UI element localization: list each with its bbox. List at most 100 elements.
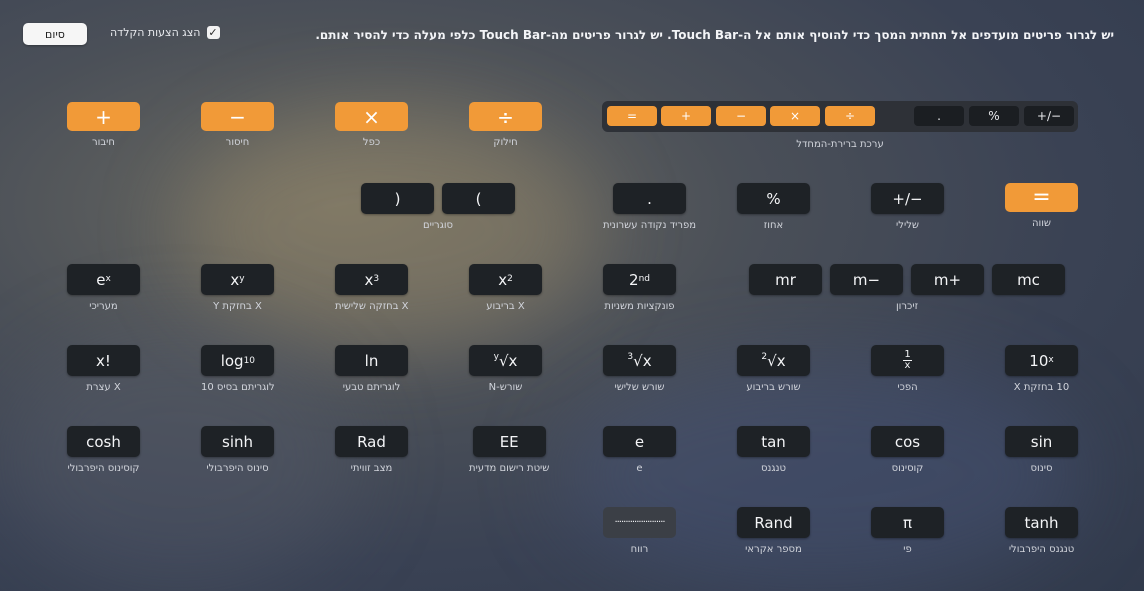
negate-label: שלילי [896,220,919,231]
rand-label: מספר אקראי [745,544,802,555]
second-functions-key[interactable]: 2nd [603,264,676,295]
space-key[interactable]: ······················· [603,507,676,538]
strip-negate-key: +∕− [1024,106,1074,126]
memory-minus-key[interactable]: m− [830,264,903,295]
sin-item[interactable]: sin סינוס [1005,426,1078,474]
second-functions-item[interactable]: 2nd פונקציות משניות [603,264,676,312]
subtract-item[interactable]: − חיסור [201,102,274,148]
rand-item[interactable]: Rand מספר אקראי [737,507,810,555]
cbrt-key[interactable]: 3 √x [603,345,676,376]
reciprocal-item[interactable]: 1 x הפכי [871,345,944,393]
decimal-label: מפריד נקודה עשרונית [603,220,697,231]
multiply-key[interactable]: × [335,102,408,131]
ee-label: שיטת רישום מדעית [469,463,550,474]
ee-key[interactable]: EE [472,426,546,457]
strip-multiply-key: × [770,106,820,126]
percent-key[interactable]: % [737,183,810,214]
strip-subtract-key: − [716,106,766,126]
e-key[interactable]: e [603,426,676,457]
default-set-label: ערכת ברירת-המחדל [796,139,884,150]
decimal-key[interactable]: . [613,183,687,214]
ln-key[interactable]: ln [335,345,408,376]
divide-key[interactable]: ÷ [469,102,542,131]
exponential-item[interactable]: ex מעריכי [67,264,140,312]
sinh-item[interactable]: sinh סינוס היפרבולי [201,426,274,474]
factorial-item[interactable]: x! X עצרת [67,345,140,393]
rand-key[interactable]: Rand [737,507,810,538]
memory-plus-key[interactable]: m+ [911,264,984,295]
add-key[interactable]: + [67,102,140,131]
ln-item[interactable]: ln לוגריתם טבעי [335,345,408,393]
open-paren-key[interactable]: ( [442,183,515,214]
tanh-item[interactable]: tanh טנגנס היפרבולי [1005,507,1078,555]
percent-item[interactable]: % אחוז [737,183,810,231]
default-set-strip[interactable]: = + − × ÷ . % +∕− [602,101,1078,132]
ten-power-key[interactable]: 10 x [1005,345,1078,376]
log10-item[interactable]: log 10 לוגריתם בסיס 10 [201,345,275,393]
sqrt-key[interactable]: 2 √x [737,345,810,376]
equals-key[interactable]: = [1005,183,1078,212]
strip-add-key: + [661,106,711,126]
typing-suggestions-checkbox[interactable]: ✓ [206,26,220,39]
cube-item[interactable]: x3 X בחזקה שלישית [335,264,409,312]
tanh-key[interactable]: tanh [1005,507,1078,538]
power-y-item[interactable]: xy X בחזקת Y [201,264,274,312]
negate-key[interactable]: +∕− [871,183,944,214]
log10-key[interactable]: log 10 [201,345,275,376]
nth-root-item[interactable]: y √x שורש-N [469,345,542,393]
divide-item[interactable]: ÷ חילוק [469,102,542,148]
ee-item[interactable]: EE שיטת רישום מדעית [469,426,549,474]
sin-key[interactable]: sin [1005,426,1078,457]
square-key[interactable]: x2 [469,264,542,295]
pi-item[interactable]: π פי [871,507,944,555]
cos-item[interactable]: cos קוסינוס [871,426,944,474]
cosh-key[interactable]: cosh [67,426,140,457]
tan-item[interactable]: tan טנגנס [737,426,810,474]
pi-key[interactable]: π [871,507,944,538]
factorial-key[interactable]: x! [67,345,140,376]
subtract-key[interactable]: − [201,102,274,131]
cos-key[interactable]: cos [871,426,944,457]
reciprocal-key[interactable]: 1 x [871,345,944,376]
cbrt-item[interactable]: 3 √x שורש שלישי [603,345,676,393]
negate-item[interactable]: +∕− שלילי [871,183,944,231]
cosh-item[interactable]: cosh קוסינוס היפרבולי [67,426,140,474]
ln-label: לוגריתם טבעי [342,382,401,393]
add-label: חיבור [92,137,115,148]
show-typing-suggestions[interactable]: ✓ הצג הצעות הקלדה [110,26,220,39]
memory-item[interactable]: mr m− m+ mc זיכרון [749,264,1065,312]
parentheses-item[interactable]: ) ( סוגריים [361,183,515,231]
add-item[interactable]: + חיבור [67,102,140,148]
space-label: רווח [630,544,649,555]
tan-key[interactable]: tan [737,426,810,457]
sinh-label: סינוס היפרבולי [206,463,269,474]
sinh-key[interactable]: sinh [201,426,274,457]
nth-root-key[interactable]: y √x [469,345,542,376]
sqrt-item[interactable]: 2 √x שורש בריבוע [737,345,810,393]
e-label: e [636,463,643,474]
memory-recall-key[interactable]: mr [749,264,822,295]
equals-label: שווה [1031,218,1052,229]
done-button[interactable]: סיום [23,23,87,45]
e-item[interactable]: e e [603,426,676,474]
strip-equals-key: = [607,106,657,126]
equals-item[interactable]: = שווה [1005,183,1078,229]
percent-label: אחוז [763,220,784,231]
tan-label: טנגנס [760,463,787,474]
exponential-label: מעריכי [89,301,118,312]
instruction-text: יש לגרור פריטים מועדפים אל תחתית המסך כד… [315,28,1114,42]
cube-key[interactable]: x3 [335,264,409,295]
rad-key[interactable]: Rad [335,426,408,457]
square-item[interactable]: x2 X בריבוע [469,264,542,312]
space-item[interactable]: ······················· רווח [603,507,676,555]
space-dots: ······················· [614,517,665,528]
memory-clear-key[interactable]: mc [992,264,1065,295]
rad-item[interactable]: Rad מצב זוויתי [335,426,408,474]
exponential-key[interactable]: ex [67,264,140,295]
rad-label: מצב זוויתי [350,463,393,474]
power-y-key[interactable]: xy [201,264,274,295]
close-paren-key[interactable]: ) [361,183,434,214]
decimal-item[interactable]: . מפריד נקודה עשרונית [603,183,696,231]
ten-power-item[interactable]: 10 x 10 בחזקת X [1005,345,1078,393]
multiply-item[interactable]: × כפל [335,102,408,148]
